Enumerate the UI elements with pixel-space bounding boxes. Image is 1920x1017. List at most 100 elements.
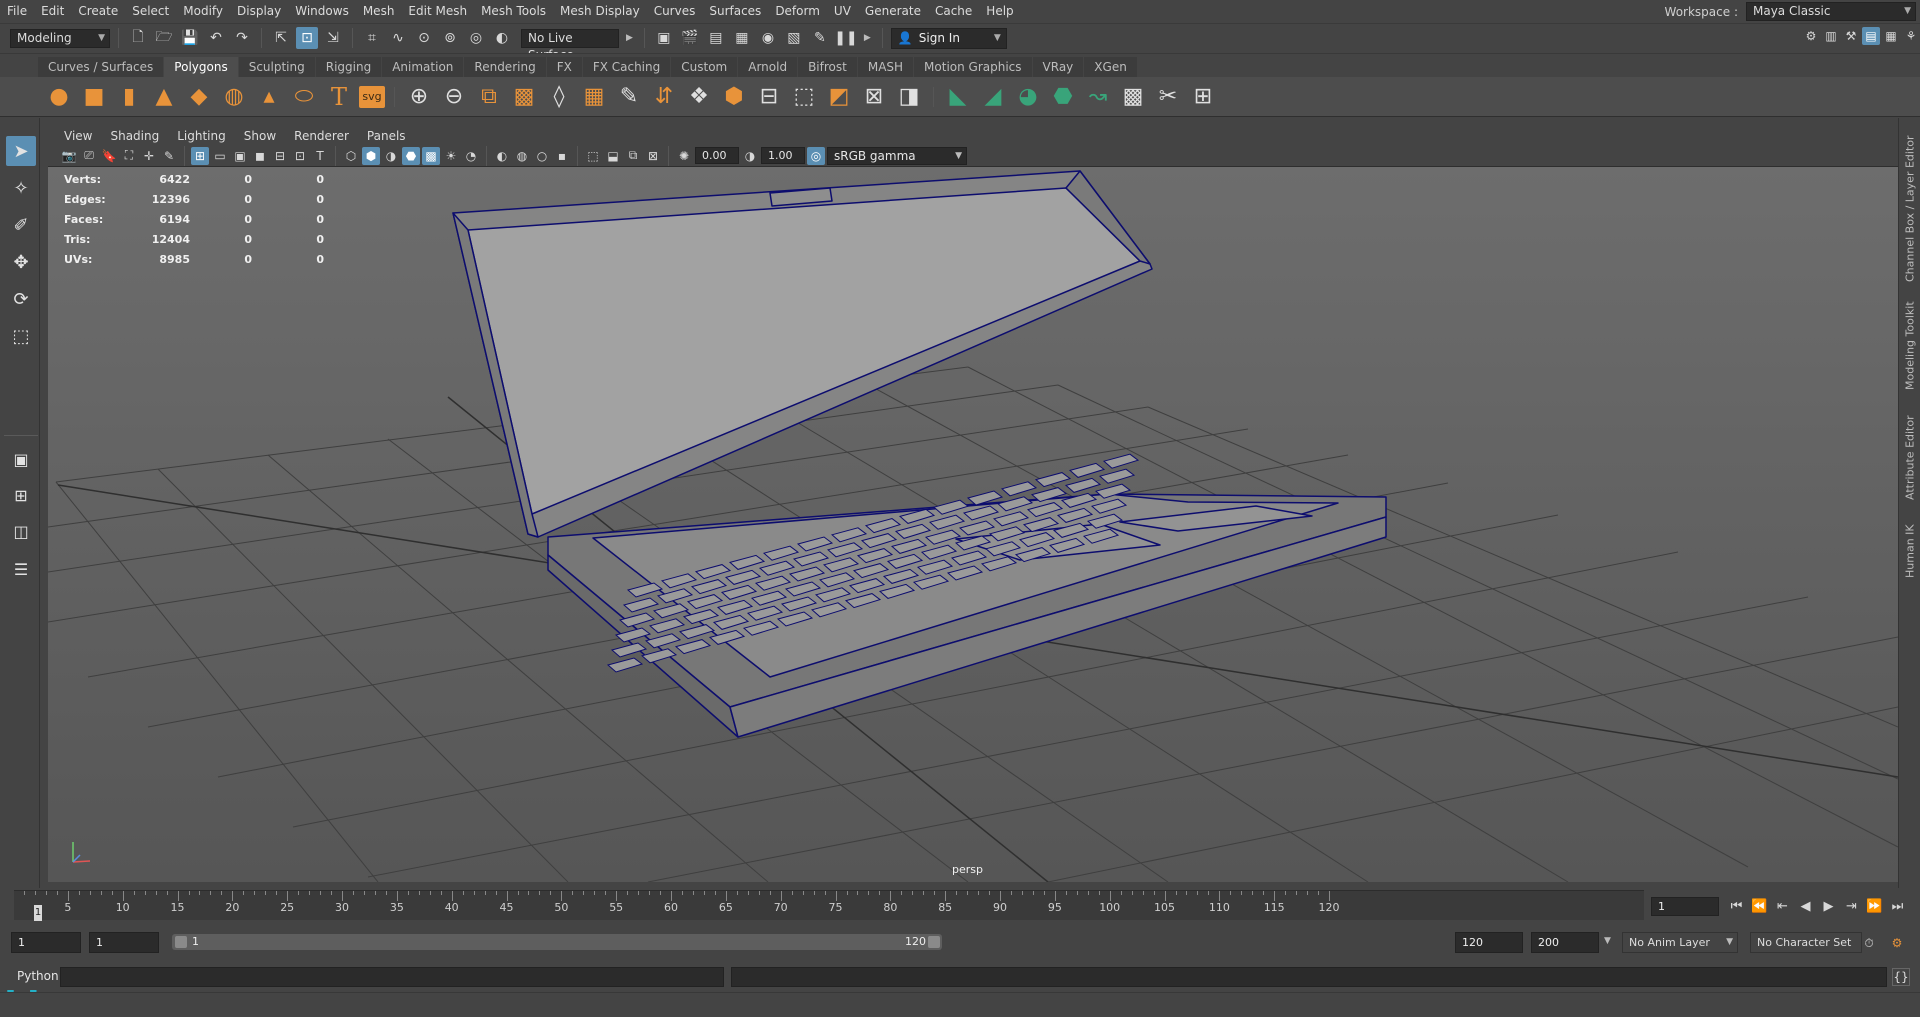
select-tool-icon[interactable]: ➤ — [6, 136, 36, 166]
select-component-icon[interactable]: ⇲ — [322, 27, 344, 49]
menu-mesh-display[interactable]: Mesh Display — [553, 0, 647, 23]
anim-layer-dropdown[interactable]: No Anim Layer ▼ — [1622, 932, 1738, 953]
film-gate-icon[interactable]: ▭ — [211, 147, 229, 165]
hypershade-icon[interactable]: ◉ — [757, 27, 779, 49]
menu-select[interactable]: Select — [125, 0, 176, 23]
outliner-icon[interactable]: ☰ — [6, 554, 36, 584]
poly-text-icon[interactable]: T — [324, 82, 354, 112]
shelf-tab-arnold[interactable]: Arnold — [738, 57, 798, 77]
panel-menu-show[interactable]: Show — [236, 129, 284, 143]
menu-cache[interactable]: Cache — [928, 0, 979, 23]
go-to-end-icon[interactable]: ⏭ — [1887, 896, 1908, 917]
shelf-tab-polygons[interactable]: Polygons — [164, 57, 238, 77]
poly-disc-icon[interactable]: ⬭ — [289, 82, 319, 112]
channel-box-toggle-icon[interactable]: ▤ — [1862, 27, 1880, 45]
snap-view-icon[interactable]: ⊚ — [439, 27, 461, 49]
ipr-render-icon[interactable]: ▤ — [705, 27, 727, 49]
sign-in-button[interactable]: 👤 Sign In ▼ — [890, 27, 1007, 49]
target-weld-icon[interactable]: ⬚ — [789, 82, 819, 112]
save-scene-icon[interactable]: 💾 — [179, 27, 201, 49]
menu-edit[interactable]: Edit — [34, 0, 71, 23]
quad-draw-icon[interactable]: ⊠ — [859, 82, 889, 112]
move-tool-icon[interactable]: ✥ — [6, 247, 36, 277]
collapse-arrow-icon[interactable]: ▶ — [623, 33, 636, 43]
two-d-pan-icon[interactable]: ✛ — [140, 147, 158, 165]
make-live-icon[interactable]: ◐ — [491, 27, 513, 49]
shelf-tab-motion-graphics[interactable]: Motion Graphics — [914, 57, 1032, 77]
menu-windows[interactable]: Windows — [288, 0, 356, 23]
shelf-tab-bifrost[interactable]: Bifrost — [798, 57, 857, 77]
shelf-tab-rigging[interactable]: Rigging — [315, 57, 382, 77]
textured-icon[interactable]: ▩ — [422, 146, 440, 165]
lasso-tool-icon[interactable]: ✧ — [6, 173, 36, 203]
rotate-tool-icon[interactable]: ⟳ — [6, 284, 36, 314]
safe-action-icon[interactable]: ⊡ — [291, 147, 309, 165]
screen-space-ao-icon[interactable]: ◐ — [493, 147, 511, 165]
render-region-icon[interactable]: ▣ — [653, 27, 675, 49]
redo-icon[interactable]: ↷ — [231, 27, 253, 49]
menu-curves[interactable]: Curves — [647, 0, 703, 23]
safe-title-icon[interactable]: T — [311, 147, 329, 165]
poly-pyramid-icon[interactable]: ▴ — [254, 82, 284, 112]
camera-attributes-icon[interactable]: ⎚ — [80, 147, 98, 165]
remesh-icon[interactable]: ▦ — [579, 82, 609, 112]
arnold-render-icon[interactable]: ✎ — [809, 27, 831, 49]
menu-file[interactable]: File — [0, 0, 34, 23]
poly-sphere-icon[interactable]: ● — [44, 82, 74, 112]
smooth-icon[interactable]: ▩ — [509, 82, 539, 112]
uv-cut-icon[interactable]: ↝ — [1083, 82, 1113, 112]
automatic-map-icon[interactable]: ⬣ — [1048, 82, 1078, 112]
resolution-gate-icon[interactable]: ▣ — [231, 147, 249, 165]
four-view-layout-icon[interactable]: ⊞ — [6, 480, 36, 510]
menu-create[interactable]: Create — [71, 0, 125, 23]
select-object-icon[interactable]: ⊡ — [296, 27, 318, 49]
perspective-viewport[interactable]: Verts: 6422 0 0 Edges: 12396 0 0 Faces: 6194 0 0 Tri… — [48, 167, 1898, 882]
bevel-icon[interactable]: ❖ — [684, 82, 714, 112]
use-all-lights-icon[interactable]: ☀ — [442, 147, 460, 165]
gate-mask-icon[interactable]: ◼ — [251, 147, 269, 165]
color-management-icon[interactable]: ◎ — [807, 146, 825, 165]
svg-tool-icon[interactable]: svg — [359, 85, 385, 108]
workspace-dropdown[interactable]: Maya Classic ▼ — [1746, 2, 1916, 21]
play-forwards-icon[interactable]: ▶ — [1818, 896, 1839, 917]
menu-mesh-tools[interactable]: Mesh Tools — [474, 0, 553, 23]
poly-cube-icon[interactable]: ■ — [79, 82, 109, 112]
poly-torus-icon[interactable]: ◍ — [219, 82, 249, 112]
panel-menu-view[interactable]: View — [56, 129, 100, 143]
shelf-tab-xgen[interactable]: XGen — [1084, 57, 1137, 77]
playback-end-field[interactable]: 120 — [1455, 932, 1523, 953]
attribute-editor-toggle-icon[interactable]: ▥ — [1822, 27, 1840, 45]
spherical-map-icon[interactable]: ◕ — [1013, 82, 1043, 112]
gamma-icon[interactable]: ◑ — [741, 147, 759, 165]
panel-menu-renderer[interactable]: Renderer — [286, 129, 357, 143]
select-hierarchy-icon[interactable]: ⇱ — [270, 27, 292, 49]
extrude-icon[interactable]: ✎ — [614, 82, 644, 112]
connect-icon[interactable]: ◩ — [824, 82, 854, 112]
shelf-tab-fx[interactable]: FX — [546, 57, 582, 77]
uv-editor-icon[interactable]: ⊞ — [1188, 82, 1218, 112]
cylindrical-map-icon[interactable]: ◢ — [978, 82, 1008, 112]
menu-generate[interactable]: Generate — [858, 0, 928, 23]
toolbox-toggle-icon[interactable]: ⚙ — [1802, 27, 1820, 45]
camera-select-icon[interactable]: 📷 — [60, 147, 78, 165]
grid-toggle-icon[interactable]: ⊞ — [191, 146, 209, 165]
command-input[interactable] — [60, 967, 724, 987]
range-end-handle[interactable] — [928, 936, 940, 948]
grease-pencil-icon[interactable]: ✎ — [160, 147, 178, 165]
fill-hole-icon[interactable]: ⬢ — [719, 82, 749, 112]
tab-modeling-toolkit[interactable]: Modeling Toolkit — [1901, 290, 1919, 390]
menu-mesh[interactable]: Mesh — [356, 0, 402, 23]
view-transform-dropdown[interactable]: sRGB gamma ▼ — [827, 146, 967, 165]
menu-modify[interactable]: Modify — [176, 0, 230, 23]
field-chart-icon[interactable]: ⊟ — [271, 147, 289, 165]
command-language-label[interactable]: Python — [17, 969, 59, 983]
shelf-tab-rendering[interactable]: Rendering — [464, 57, 546, 77]
playback-range-bar[interactable]: 1 120 — [172, 934, 942, 950]
tab-human-ik[interactable]: Human IK — [1901, 508, 1919, 578]
boolean-icon[interactable]: ◊ — [544, 82, 574, 112]
planar-map-icon[interactable]: ◣ — [943, 82, 973, 112]
shelf-tab-custom[interactable]: Custom — [671, 57, 738, 77]
step-forward-frame-icon[interactable]: ⇥ — [1841, 896, 1862, 917]
bridge-icon[interactable]: ⇵ — [649, 82, 679, 112]
shadows-icon[interactable]: ◔ — [462, 147, 480, 165]
